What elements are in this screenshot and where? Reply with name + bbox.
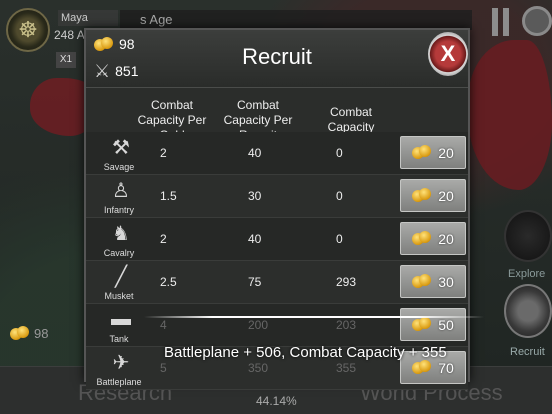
recruit-cavalry-button[interactable]: 20	[400, 222, 466, 255]
unit-name: Infantry	[103, 205, 134, 215]
gold-coin-icon	[412, 317, 432, 332]
per-recruit-value: 200	[248, 318, 269, 332]
recruit-tank-button[interactable]: 50	[400, 308, 466, 341]
per-gold-value: 5	[160, 361, 167, 375]
cost-value: 30	[438, 273, 454, 290]
recruit-savage-button[interactable]: 20	[400, 136, 466, 169]
recruit-button[interactable]	[504, 284, 552, 338]
cost-value: 20	[438, 187, 454, 204]
explore-button[interactable]	[504, 210, 552, 262]
settings-icon[interactable]	[522, 6, 552, 36]
capacity-value: 0	[336, 189, 343, 203]
tank-icon: ▬	[111, 307, 131, 330]
per-recruit-value: 30	[248, 189, 262, 203]
gold-coin-icon	[412, 360, 432, 375]
gold-coin-icon	[412, 274, 432, 289]
gold-coin-icon	[412, 231, 432, 246]
per-gold-value: 2	[160, 232, 167, 246]
recruit-musket-button[interactable]: 30	[400, 265, 466, 298]
era-title: s Age	[120, 10, 472, 30]
per-recruit-value: 40	[248, 146, 262, 160]
infantry-icon: ♙	[112, 179, 130, 202]
unit-name: Battleplane	[96, 377, 142, 387]
explore-label: Explore	[508, 268, 546, 280]
unit-row: ♙ Infantry 1.5 30 0 20	[86, 175, 468, 218]
side-gold-counter: 98	[10, 326, 48, 341]
unit-name: Cavalry	[103, 248, 135, 258]
world-progress-percent: 44.14%	[256, 394, 297, 408]
cost-value: 20	[438, 230, 454, 247]
axe-icon: ⚒	[112, 136, 130, 159]
recruit-infantry-button[interactable]: 20	[400, 179, 466, 212]
capacity-value: 203	[336, 318, 357, 332]
civilization-emblem-icon[interactable]: ☸	[6, 8, 50, 52]
musket-icon: ╱	[114, 265, 128, 288]
cost-value: 50	[438, 316, 454, 333]
capacity-value: 0	[336, 232, 343, 246]
unit-name: Musket	[104, 291, 134, 301]
capacity-value: 355	[336, 361, 357, 375]
cost-value: 20	[438, 144, 454, 161]
unit-name: Savage	[103, 162, 135, 172]
gold-coin-icon	[10, 326, 30, 341]
per-gold-value: 2	[160, 146, 167, 160]
per-recruit-value: 40	[248, 232, 262, 246]
cost-value: 70	[438, 359, 454, 376]
unit-row: ⚒ Savage 2 40 0 20	[86, 132, 468, 175]
cavalry-icon: ♞	[112, 222, 130, 245]
capacity-value: 293	[336, 275, 357, 289]
unit-row: ♞ Cavalry 2 40 0 20	[86, 218, 468, 261]
per-gold-value: 1.5	[160, 189, 177, 203]
speed-button[interactable]: X1	[56, 52, 76, 68]
unit-row: ▬ Tank 4 200 203 50	[86, 304, 468, 347]
per-gold-value: 4	[160, 318, 167, 332]
dialog-header: 98 ⚔ 851 Recruit X	[86, 30, 468, 88]
per-gold-value: 2.5	[160, 275, 177, 289]
recruit-dialog: 98 ⚔ 851 Recruit X Combat Capacity Per G…	[84, 28, 470, 390]
per-recruit-value: 75	[248, 275, 262, 289]
recruit-toast: Battleplane + 506, Combat Capacity + 355	[164, 344, 447, 361]
toast-divider	[144, 316, 484, 318]
close-icon: X	[440, 41, 456, 66]
dialog-title: Recruit	[242, 44, 312, 69]
header-capacity: Combat Capacity	[327, 105, 375, 134]
side-gold-value: 98	[34, 326, 49, 341]
gold-coin-icon	[412, 188, 432, 203]
per-recruit-value: 350	[248, 361, 269, 375]
pause-icon[interactable]	[492, 8, 512, 36]
capacity-value: 0	[336, 146, 343, 160]
unit-name: Tank	[109, 334, 129, 344]
player-name: Maya	[58, 10, 118, 26]
close-button[interactable]: X	[428, 32, 468, 76]
unit-row: ╱ Musket 2.5 75 293 30	[86, 261, 468, 304]
recruit-label: Recruit	[510, 346, 545, 358]
gold-coin-icon	[412, 145, 432, 160]
table-header: Combat Capacity Per Gold Combat Capacity…	[86, 92, 468, 142]
battleplane-icon: ✈	[112, 351, 130, 374]
player-year: 248 A	[54, 28, 85, 42]
